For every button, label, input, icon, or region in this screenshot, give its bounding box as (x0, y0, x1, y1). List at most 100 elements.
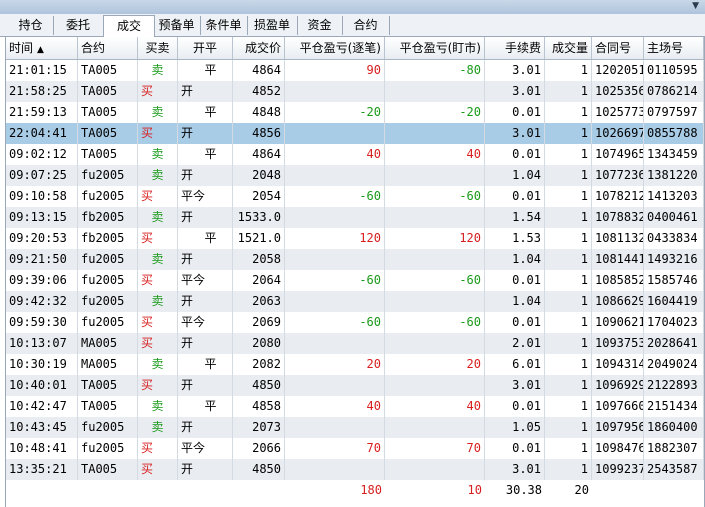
price-cell: 2082 (233, 354, 285, 375)
side-cell: 卖 (138, 291, 178, 312)
open-close-cell: 平今 (178, 186, 233, 207)
open-close-cell: 开 (178, 207, 233, 228)
pnl-trade-cell (285, 291, 385, 312)
table-row[interactable]: 10:13:07 MA005 买开 2080 2.01 1 1093753 2028641 (6, 333, 704, 354)
contract-no-cell: 1078212 (592, 186, 644, 207)
column-header-4[interactable]: 成交价 (233, 37, 285, 59)
total-qty: 20 (574, 483, 589, 497)
column-header-8[interactable]: 成交量 (545, 37, 592, 59)
qty-cell: 1 (545, 438, 592, 459)
pnl-mark-cell (385, 291, 485, 312)
contract-cell: TA005 (78, 60, 138, 81)
total-pnl-mark: 10 (467, 483, 482, 497)
tab-3[interactable]: 预备单 (153, 16, 201, 35)
table-row[interactable]: 10:40:01 TA005 买开 4850 3.01 1 1096929 2122893 (6, 375, 704, 396)
table-row[interactable]: 21:01:15 TA005 卖平 4864 90 -80 3.01 1 1202051 0110… (6, 60, 704, 81)
column-header-label: 主场号 (647, 41, 684, 55)
table-row[interactable]: 13:35:21 TA005 买开 4850 3.01 1 1099237 2543587 (6, 459, 704, 480)
time-cell: 13:35:21 (6, 459, 78, 480)
qty-cell: 1 (545, 123, 592, 144)
column-header-2[interactable]: 买卖 (138, 37, 178, 59)
column-header-3[interactable]: 开平 (178, 37, 233, 59)
contract-cell: TA005 (78, 102, 138, 123)
open-close-cell: 开 (178, 165, 233, 186)
contract-no-cell: 1077236 (592, 165, 644, 186)
tab-0[interactable]: 持仓 (8, 16, 54, 35)
price-cell: 1521.0 (233, 228, 285, 249)
table-row[interactable]: 09:02:12 TA005 卖平 4864 40 40 0.01 1 1074965 13434… (6, 144, 704, 165)
side-cell: 买 (138, 123, 178, 144)
fee-cell: 6.01 (485, 354, 545, 375)
contract-cell: fb2005 (78, 207, 138, 228)
side-cell: 买 (138, 333, 178, 354)
qty-cell: 1 (545, 291, 592, 312)
column-header-7[interactable]: 手续费 (485, 37, 545, 59)
table-row[interactable]: 09:13:15 fb2005 卖开 1533.0 1.54 1 1078832 040046… (6, 207, 704, 228)
contract-cell: TA005 (78, 144, 138, 165)
table-row[interactable]: 10:42:47 TA005 卖平 4858 40 40 0.01 1 1097660 21514… (6, 396, 704, 417)
column-header-9[interactable]: 合同号 (592, 37, 644, 59)
column-header-5[interactable]: 平仓盈亏(逐笔) (285, 37, 385, 59)
tab-5[interactable]: 损盈单 (247, 16, 298, 35)
pnl-mark-cell (385, 459, 485, 480)
column-header-6[interactable]: 平仓盈亏(盯市) (385, 37, 485, 59)
table-row[interactable]: 21:59:13 TA005 卖平 4848 -20 -20 0.01 1 1025773 079… (6, 102, 704, 123)
column-header-0[interactable]: 时间 ▲ (6, 37, 78, 59)
main-no-cell: 0110595 (644, 60, 704, 81)
side-cell: 买 (138, 312, 178, 333)
fee-cell: 0.01 (485, 186, 545, 207)
side-cell: 买 (138, 375, 178, 396)
main-no-cell: 1343459 (644, 144, 704, 165)
tab-2[interactable]: 成交 (103, 15, 155, 38)
contract-no-cell: 1074965 (592, 144, 644, 165)
open-close-cell: 平 (178, 144, 233, 165)
table-row[interactable]: 10:43:45 fu2005 卖开 2073 1.05 1 1097956 1860400 (6, 417, 704, 438)
contract-no-cell: 1099237 (592, 459, 644, 480)
dropdown-arrow-icon[interactable]: ▼ (692, 0, 699, 12)
pnl-trade-cell: 120 (285, 228, 385, 249)
table-row[interactable]: 10:30:19 MA005 卖平 2082 20 20 6.01 1 1094314 20490… (6, 354, 704, 375)
price-cell: 4864 (233, 60, 285, 81)
tab-6[interactable]: 资金 (297, 16, 343, 35)
time-cell: 09:10:58 (6, 186, 78, 207)
table-row[interactable]: 09:39:06 fu2005 买平今 2064 -60 -60 0.01 1 1085852 1… (6, 270, 704, 291)
table-row[interactable]: 09:10:58 fu2005 买平今 2054 -60 -60 0.01 1 1078212 1… (6, 186, 704, 207)
main-no-cell: 0786214 (644, 81, 704, 102)
table-row[interactable]: 10:48:41 fu2005 买平今 2066 70 70 0.01 1 1098476 188… (6, 438, 704, 459)
price-cell: 4858 (233, 396, 285, 417)
totals-row: 180 10 30.38 20 (6, 480, 704, 501)
price-cell: 1533.0 (233, 207, 285, 228)
pnl-mark-cell: -60 (385, 186, 485, 207)
pnl-mark-cell (385, 165, 485, 186)
table-row[interactable]: 09:07:25 fu2005 卖开 2048 1.04 1 1077236 1381220 (6, 165, 704, 186)
tab-1[interactable]: 委托 (53, 16, 104, 35)
side-cell: 卖 (138, 60, 178, 81)
table-row[interactable]: 22:04:41 TA005 买开 4856 3.01 1 1026697 0855788 (6, 123, 704, 144)
table-row[interactable]: 21:58:25 TA005 买开 4852 3.01 1 1025356 0786214 (6, 81, 704, 102)
window-title-bar: ▼ (0, 0, 705, 15)
open-close-cell: 开 (178, 291, 233, 312)
tab-7[interactable]: 合约 (342, 16, 390, 35)
pnl-mark-cell: 20 (385, 354, 485, 375)
time-cell: 10:13:07 (6, 333, 78, 354)
price-cell: 4848 (233, 102, 285, 123)
column-header-1[interactable]: 合约 (78, 37, 138, 59)
pnl-trade-cell (285, 207, 385, 228)
contract-cell: fb2005 (78, 228, 138, 249)
tab-4[interactable]: 条件单 (200, 16, 248, 35)
side-cell: 买 (138, 459, 178, 480)
table-row[interactable]: 09:21:50 fu2005 卖开 2058 1.04 1 1081441 1493216 (6, 249, 704, 270)
contract-no-cell: 1202051 (592, 60, 644, 81)
table-row[interactable]: 09:20:53 fb2005 买平 1521.0 120 120 1.53 1 1081132… (6, 228, 704, 249)
side-cell: 买 (138, 81, 178, 102)
qty-cell: 1 (545, 459, 592, 480)
fee-cell: 2.01 (485, 333, 545, 354)
qty-cell: 1 (545, 186, 592, 207)
column-header-10[interactable]: 主场号 (644, 37, 704, 59)
pnl-trade-cell (285, 81, 385, 102)
main-no-cell: 2028641 (644, 333, 704, 354)
contract-no-cell: 1097660 (592, 396, 644, 417)
table-row[interactable]: 09:59:30 fu2005 买平今 2069 -60 -60 0.01 1 1090621 1… (6, 312, 704, 333)
price-cell: 4852 (233, 81, 285, 102)
table-row[interactable]: 09:42:32 fu2005 卖开 2063 1.04 1 1086629 1604419 (6, 291, 704, 312)
